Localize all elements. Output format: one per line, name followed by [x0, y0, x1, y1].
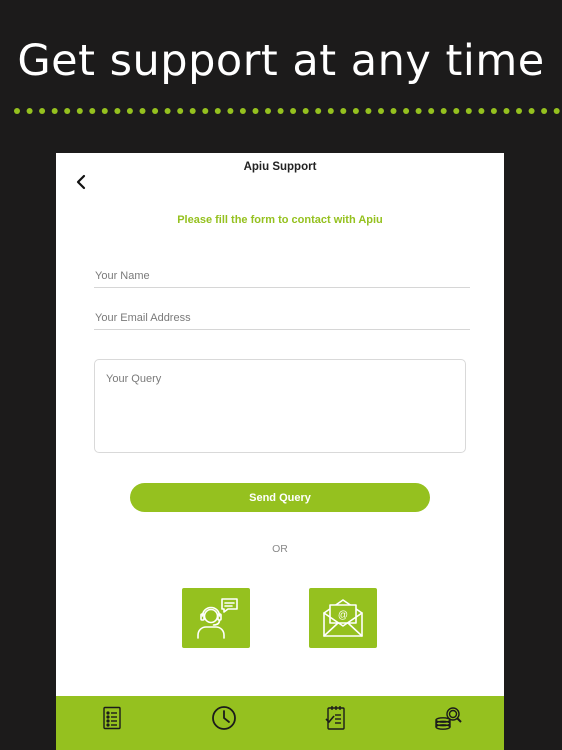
divider-dot	[227, 108, 234, 114]
divider-dot	[553, 108, 560, 114]
email-field[interactable]	[94, 306, 470, 330]
divider-dot	[139, 108, 146, 114]
or-separator: OR	[272, 543, 288, 555]
divider-dot	[64, 108, 71, 114]
clock-icon	[212, 706, 236, 730]
divider-dot	[189, 108, 196, 114]
divider-dot	[51, 108, 58, 114]
bottom-nav	[56, 696, 504, 750]
divider-dot	[177, 108, 184, 114]
divider-dot	[239, 108, 246, 114]
send-query-button[interactable]: Send Query	[130, 483, 430, 512]
divider-dot	[114, 108, 121, 114]
divider-dot	[14, 108, 20, 114]
envelope-at-icon: @	[323, 599, 363, 637]
app-screen: Apiu Support Please fill the form to con…	[56, 153, 504, 750]
divider-dot	[490, 108, 497, 114]
notepad-checklist-icon	[325, 706, 345, 730]
back-button[interactable]	[70, 171, 92, 193]
divider-dot	[403, 108, 410, 114]
nav-history-tab[interactable]	[204, 704, 244, 732]
divider-dot	[39, 108, 46, 114]
divider-dot	[465, 108, 472, 114]
divider-dot	[164, 108, 171, 114]
screen-title: Apiu Support	[243, 161, 317, 173]
divider-dot	[76, 108, 83, 114]
divider-dot	[126, 108, 133, 114]
divider-dot	[26, 108, 33, 114]
divider-dot	[541, 108, 548, 114]
divider-dot	[214, 108, 221, 114]
divider-dot	[277, 108, 284, 114]
promo-headline: Get support at any time	[17, 36, 545, 86]
divider-dot	[265, 108, 271, 114]
contact-support-agent-button[interactable]	[182, 588, 250, 648]
divider-dot	[378, 108, 384, 114]
divider-dot	[352, 108, 359, 114]
form-instructions: Please fill the form to contact with Api…	[177, 214, 383, 226]
divider-dot	[478, 108, 485, 114]
top-bar: Apiu Support	[56, 153, 504, 203]
divider-dot	[202, 108, 209, 114]
divider-dot	[152, 108, 159, 114]
contact-email-button[interactable]: @	[309, 588, 377, 648]
nav-tasks-tab[interactable]	[316, 704, 356, 732]
divider-dot	[453, 108, 460, 114]
svg-text:@: @	[338, 610, 348, 621]
divider-dot	[340, 108, 347, 114]
divider-dot	[390, 108, 397, 114]
query-field[interactable]	[94, 359, 466, 453]
divider-dot	[516, 108, 522, 114]
divider-dot	[365, 108, 372, 114]
divider-dot	[302, 108, 309, 114]
list-document-icon	[103, 706, 121, 730]
divider-dot	[327, 108, 334, 114]
divider-dot	[415, 108, 422, 114]
divider-dot	[89, 108, 96, 114]
divider-dot	[503, 108, 510, 114]
chevron-left-icon	[76, 174, 86, 190]
name-field[interactable]	[94, 264, 470, 288]
coins-search-icon	[435, 707, 462, 730]
support-agent-chat-icon	[197, 598, 238, 639]
divider-dot	[101, 108, 108, 114]
nav-list-tab[interactable]	[92, 704, 132, 732]
nav-payments-tab[interactable]	[428, 704, 468, 732]
dotted-divider	[14, 108, 560, 114]
divider-dot	[290, 108, 297, 114]
divider-dot	[528, 108, 535, 114]
divider-dot	[315, 108, 322, 114]
divider-dot	[440, 108, 447, 114]
divider-dot	[252, 108, 259, 114]
divider-dot	[428, 108, 435, 114]
